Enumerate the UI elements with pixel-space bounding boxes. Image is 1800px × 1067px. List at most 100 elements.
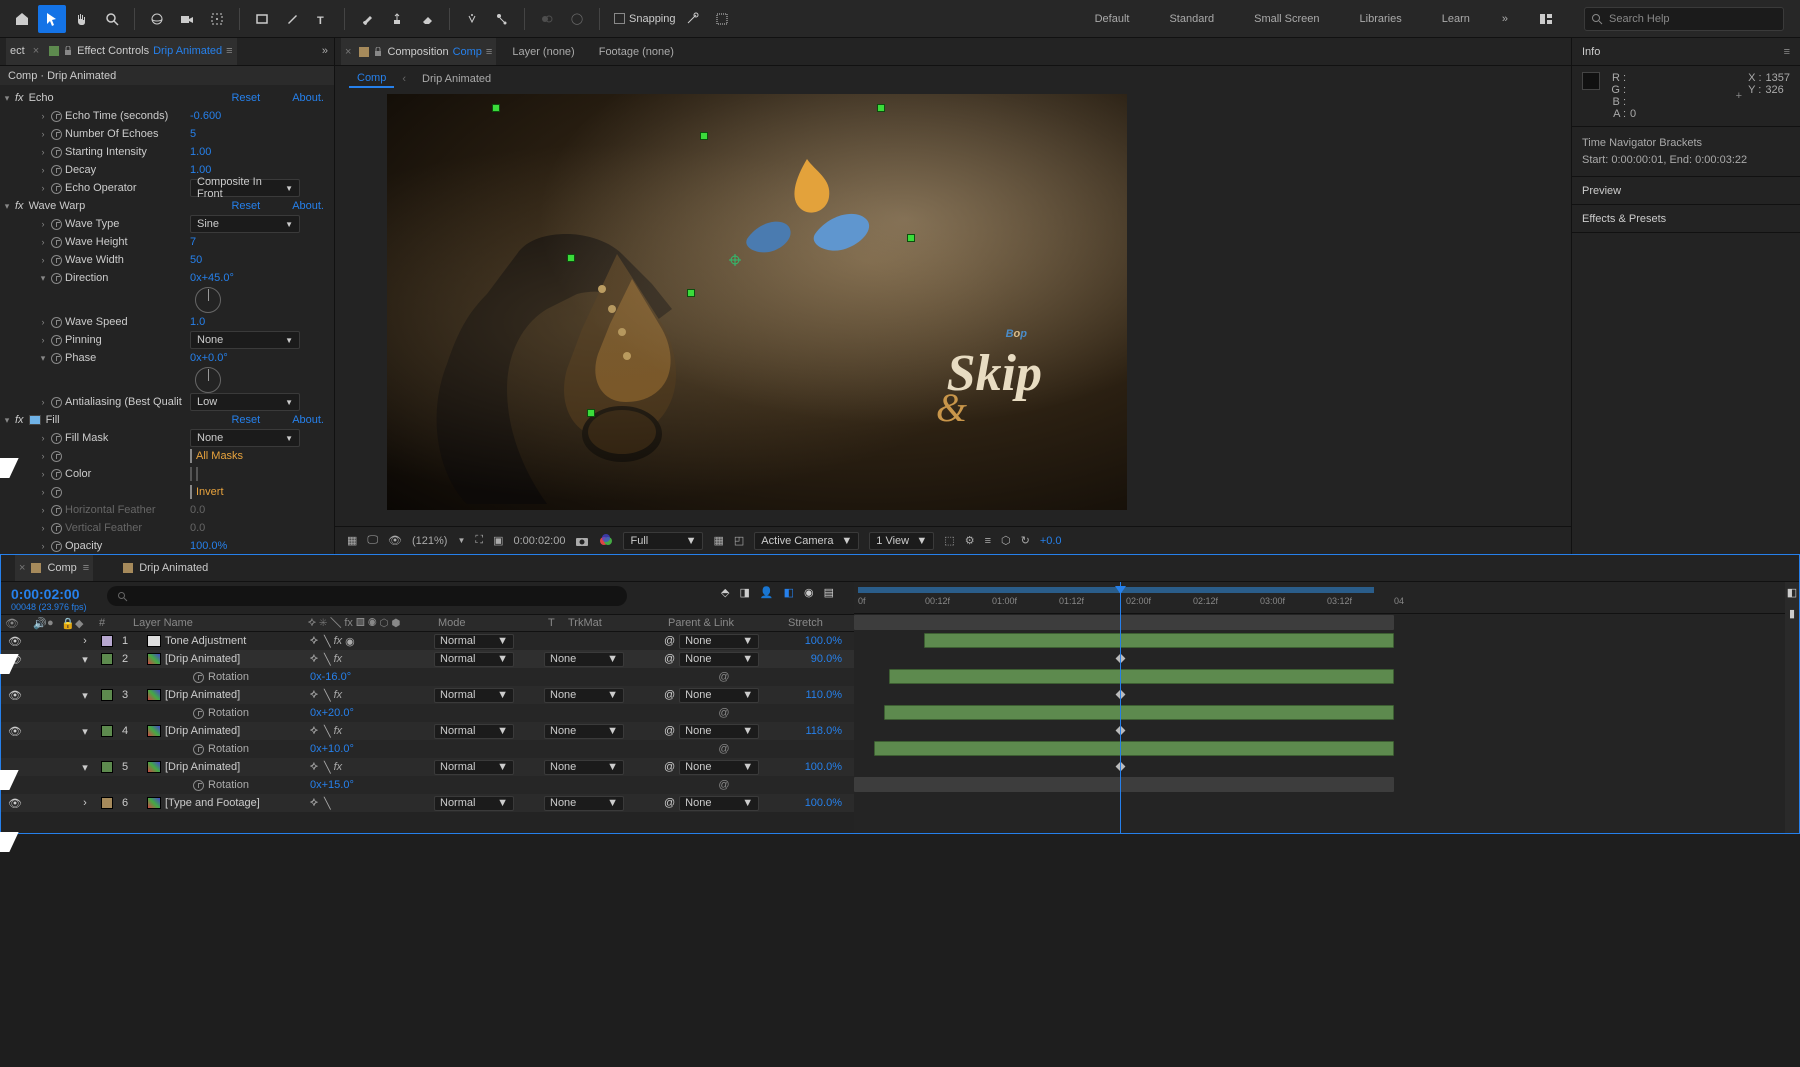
type-tool-icon[interactable]: T — [308, 5, 336, 33]
effect-param[interactable]: ›Invert — [0, 483, 334, 501]
safe-margin-icon[interactable]: ▣ — [493, 534, 503, 547]
anchor-point-icon[interactable] — [729, 254, 741, 266]
stopwatch-icon[interactable] — [51, 505, 62, 516]
stopwatch-icon[interactable] — [51, 219, 62, 230]
layer-row[interactable]: ▾ 5 [Drip Animated] ⯎╲fx Normal▼ None▼ @… — [1, 758, 854, 776]
pen-tool-icon[interactable] — [278, 5, 306, 33]
eye-icon[interactable]: 👁 — [1, 689, 29, 702]
stopwatch-icon[interactable] — [51, 523, 62, 534]
layer-color-swatch[interactable] — [101, 797, 113, 809]
stopwatch-icon[interactable] — [51, 353, 62, 364]
stretch-value[interactable]: 90.0% — [784, 653, 854, 665]
stopwatch-icon[interactable] — [51, 183, 62, 194]
timeline-tab-drip[interactable]: Drip Animated — [123, 562, 208, 574]
pickwhip-icon[interactable]: @ — [664, 635, 675, 647]
reset-link[interactable]: Reset — [231, 200, 260, 212]
effects-presets-panel-header[interactable]: Effects & Presets — [1572, 205, 1800, 233]
stopwatch-icon[interactable] — [51, 433, 62, 444]
layer-bar[interactable] — [884, 705, 1394, 720]
stopwatch-icon[interactable] — [51, 165, 62, 176]
layer-bar[interactable] — [924, 633, 1394, 648]
stretch-value[interactable]: 110.0% — [784, 689, 854, 701]
layer-bar[interactable] — [854, 777, 1394, 792]
resolution-icon[interactable]: 🖵 — [367, 534, 378, 547]
trkmat-dropdown[interactable]: None▼ — [544, 796, 624, 811]
pan-behind-tool-icon[interactable] — [203, 5, 231, 33]
snap-grid-icon[interactable] — [708, 5, 736, 33]
about-link[interactable]: About. — [292, 92, 324, 104]
timeline-tab-comp[interactable]: ×Comp≡ — [15, 555, 93, 581]
stopwatch-icon[interactable] — [51, 397, 62, 408]
twirl-icon[interactable]: ▾ — [73, 761, 97, 774]
graph-editor-icon[interactable]: ▤ — [824, 586, 834, 599]
effect-param[interactable]: ›Opacity100.0% — [0, 537, 334, 554]
breadcrumb-drip[interactable]: Drip Animated — [414, 71, 499, 87]
workspace-standard[interactable]: Standard — [1161, 13, 1222, 25]
eraser-tool-icon[interactable] — [413, 5, 441, 33]
layer-color-swatch[interactable] — [101, 761, 113, 773]
layer-color-swatch[interactable] — [101, 725, 113, 737]
colorspace-icon[interactable] — [599, 534, 613, 548]
parent-dropdown[interactable]: None▼ — [679, 688, 759, 703]
stopwatch-icon[interactable] — [51, 237, 62, 248]
trkmat-dropdown[interactable]: None▼ — [544, 652, 624, 667]
puppet-tool-icon[interactable] — [488, 5, 516, 33]
workspace-reset-icon[interactable] — [1532, 5, 1560, 33]
stopwatch-icon[interactable] — [51, 317, 62, 328]
stopwatch-icon[interactable] — [193, 744, 204, 755]
orbit-tool-icon[interactable] — [143, 5, 171, 33]
current-timecode[interactable]: 0:00:02:00 — [11, 586, 87, 602]
effect-param[interactable]: ›Wave Speed1.0 — [0, 313, 334, 331]
effect-param[interactable]: ›Antialiasing (Best QualitLow▼ — [0, 393, 334, 411]
reset-link[interactable]: Reset — [231, 92, 260, 104]
marker-icon[interactable]: ▮ — [1789, 607, 1795, 620]
mode-dropdown[interactable]: Normal▼ — [434, 634, 514, 649]
mag-ratio-icon[interactable]: ▦ — [347, 534, 357, 547]
about-link[interactable]: About. — [292, 414, 324, 426]
home-icon[interactable] — [8, 5, 36, 33]
twirl-icon[interactable]: ▾ — [73, 653, 97, 666]
about-link[interactable]: About. — [292, 200, 324, 212]
composition-tab[interactable]: × Composition Comp ≡ — [341, 38, 496, 65]
rectangle-tool-icon[interactable] — [248, 5, 276, 33]
direction-dial[interactable] — [195, 367, 221, 393]
effect-param[interactable]: ›All Masks — [0, 447, 334, 465]
snapping-toggle[interactable]: Snapping — [614, 13, 676, 25]
layer-bar[interactable] — [874, 741, 1394, 756]
effect-param[interactable]: ›Vertical Feather0.0 — [0, 519, 334, 537]
region-icon[interactable]: ◰ — [734, 534, 744, 547]
zoom-tool-icon[interactable] — [98, 5, 126, 33]
stopwatch-icon[interactable] — [193, 708, 204, 719]
parent-dropdown[interactable]: None▼ — [679, 634, 759, 649]
brush-tool-icon[interactable] — [353, 5, 381, 33]
workspace-default[interactable]: Default — [1087, 13, 1138, 25]
info-panel-header[interactable]: Info≡ — [1572, 38, 1800, 66]
stopwatch-icon[interactable] — [193, 672, 204, 683]
pickwhip-icon[interactable]: @ — [664, 653, 675, 665]
mode-dropdown[interactable]: Normal▼ — [434, 760, 514, 775]
parent-dropdown[interactable]: None▼ — [679, 760, 759, 775]
effect-param[interactable]: ▾Phase0x+0.0° — [0, 349, 334, 367]
layer-row[interactable]: 👁 › 1 Tone Adjustment ⯎╲fx◉ Normal▼ @Non… — [1, 632, 854, 650]
effect-param[interactable]: ›Starting Intensity1.00 — [0, 143, 334, 161]
effect-header-echo[interactable]: ▾fxEchoResetAbout. — [0, 89, 334, 107]
motion-blur-icon[interactable]: ◉ — [804, 586, 814, 599]
playhead[interactable] — [1120, 582, 1121, 833]
workspace-learn[interactable]: Learn — [1434, 13, 1478, 25]
stretch-value[interactable]: 100.0% — [784, 761, 854, 773]
search-help-input[interactable]: Search Help — [1584, 7, 1784, 31]
stopwatch-icon[interactable] — [51, 255, 62, 266]
trkmat-dropdown[interactable]: None▼ — [544, 760, 624, 775]
roto-tool-icon[interactable] — [458, 5, 486, 33]
stopwatch-icon[interactable] — [51, 111, 62, 122]
layer-color-swatch[interactable] — [101, 689, 113, 701]
parent-dropdown[interactable]: None▼ — [679, 724, 759, 739]
current-time[interactable]: 0:00:02:00 — [513, 535, 565, 547]
twirl-icon[interactable]: › — [73, 635, 97, 647]
twirl-icon[interactable]: ▾ — [73, 725, 97, 738]
effect-param[interactable]: ›Wave TypeSine▼ — [0, 215, 334, 233]
mode-dropdown[interactable]: Normal▼ — [434, 652, 514, 667]
chann-icon[interactable]: 👁 — [388, 534, 402, 547]
camera-dropdown[interactable]: Active Camera▼ — [754, 532, 859, 550]
effect-header-fill[interactable]: ▾fxFillResetAbout. — [0, 411, 334, 429]
